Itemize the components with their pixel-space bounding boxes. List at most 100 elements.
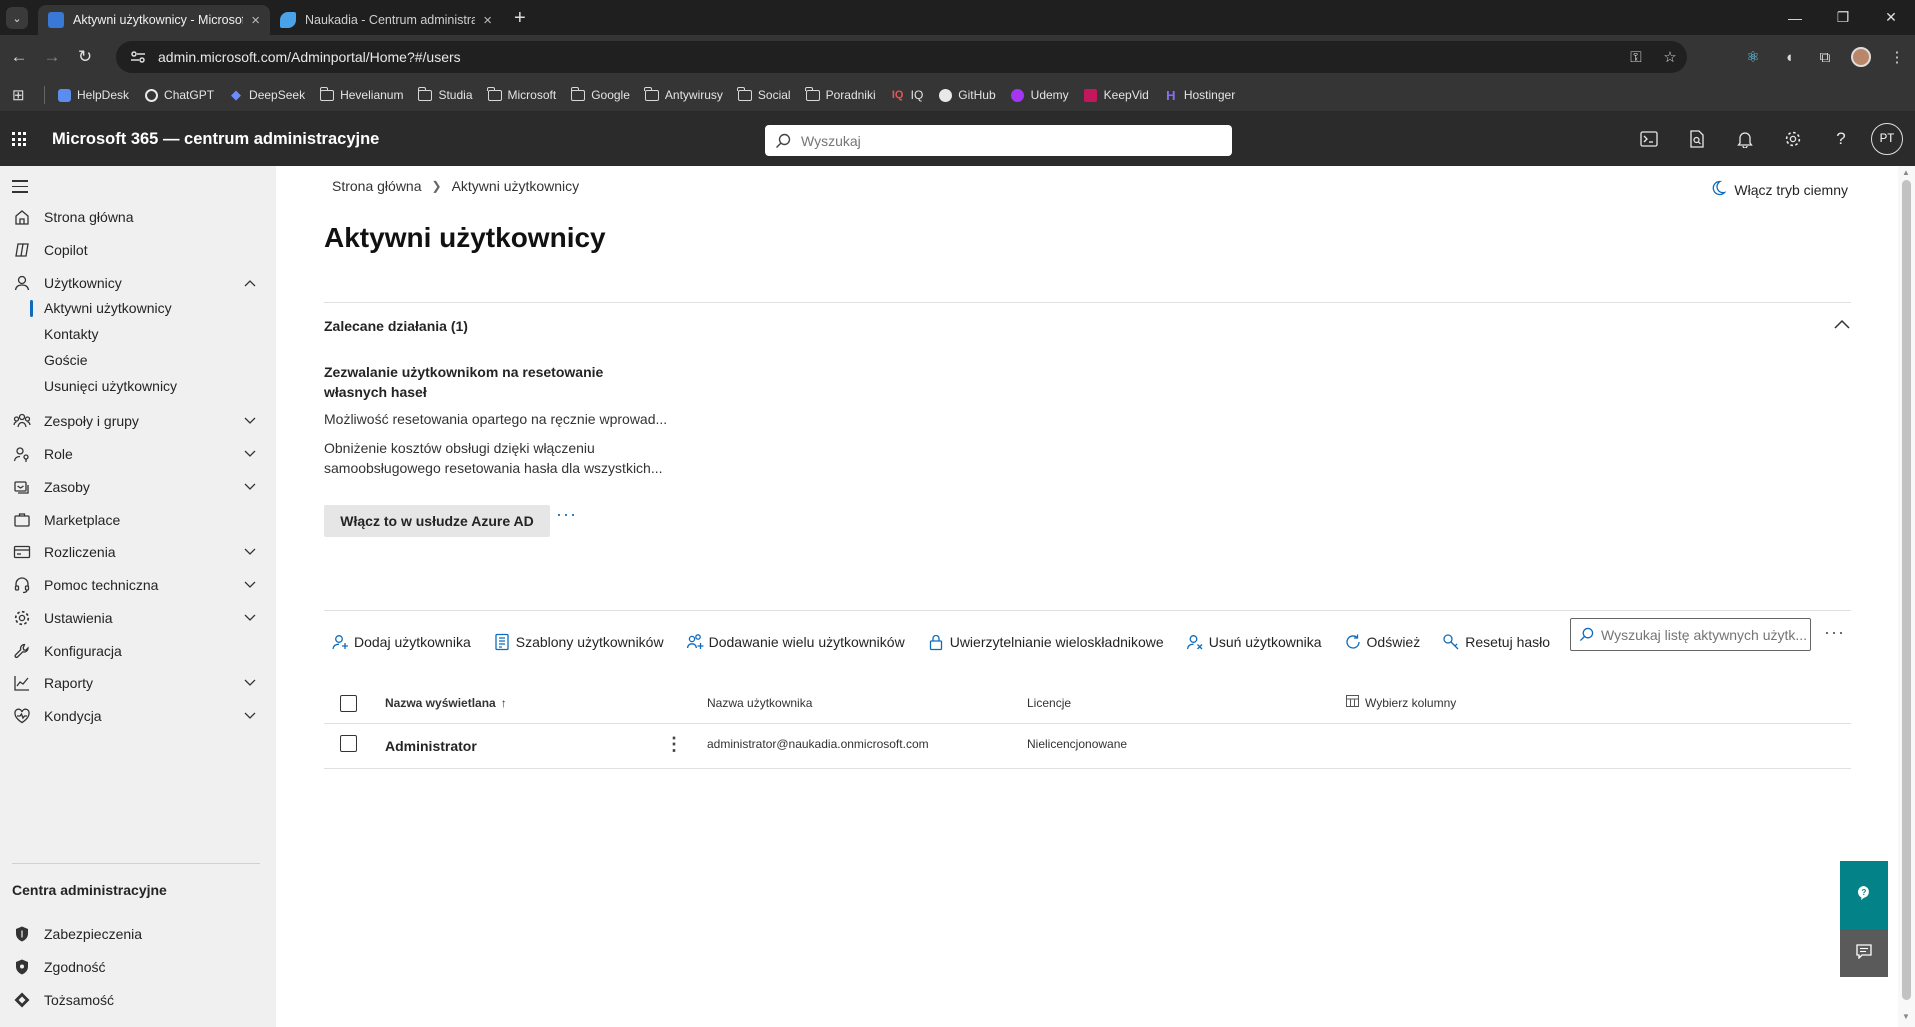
app-title[interactable]: Microsoft 365 — centrum administracyjne <box>52 130 379 149</box>
sidebar-item-health[interactable]: Kondycja <box>0 697 276 735</box>
page-scrollbar[interactable]: ▲ ▼ <box>1898 166 1915 1027</box>
browser-menu-icon[interactable]: ⋮ <box>1879 48 1915 66</box>
multifactor-auth-button[interactable]: Uwierzytelnianie wieloskładnikowe <box>920 633 1164 651</box>
bookmark-google[interactable]: Google <box>570 86 630 102</box>
column-header-display-name[interactable]: Nazwa wyświetlana ↑ <box>385 696 507 710</box>
site-info-icon[interactable] <box>124 50 152 64</box>
global-search-box[interactable] <box>765 125 1232 156</box>
chevron-down-icon[interactable] <box>242 417 258 425</box>
minimize-icon[interactable]: — <box>1771 0 1819 35</box>
command-label: Usuń użytkownika <box>1208 634 1322 650</box>
tab-close-icon[interactable]: × <box>251 12 260 29</box>
tab-close-icon[interactable]: × <box>483 12 492 29</box>
document-search-icon[interactable] <box>1673 130 1721 148</box>
row-more-actions-icon[interactable]: ⋮ <box>665 734 683 755</box>
app-launcher-icon[interactable] <box>12 132 26 146</box>
forward-icon[interactable]: → <box>38 43 66 71</box>
identity-icon <box>0 991 44 1009</box>
terminal-icon[interactable] <box>1625 131 1673 147</box>
tab-search-button[interactable]: ⌄ <box>6 7 28 29</box>
user-avatar[interactable]: PT <box>1871 123 1903 155</box>
bookmark-iq[interactable]: IQ IQ <box>891 88 923 102</box>
add-user-button[interactable]: Dodaj użytkownika <box>324 633 471 651</box>
bookmark-helpdesk[interactable]: HelpDesk <box>57 88 129 102</box>
nav-collapse-hamburger-icon[interactable] <box>12 180 28 197</box>
bookmark-hevelianum[interactable]: Hevelianum <box>319 86 403 102</box>
password-key-icon[interactable]: ⚿ <box>1619 49 1653 66</box>
list-search-box[interactable] <box>1570 618 1811 651</box>
enable-in-azure-ad-button[interactable]: Włącz to w usłudze Azure AD <box>324 505 550 537</box>
chevron-up-icon[interactable] <box>242 279 258 287</box>
profile-avatar[interactable] <box>1843 47 1879 67</box>
bookmark-antywirusy[interactable]: Antywirusy <box>644 86 723 102</box>
restore-icon[interactable]: ❐ <box>1819 0 1867 35</box>
scrollbar-thumb[interactable] <box>1902 180 1911 1000</box>
back-icon[interactable]: ← <box>5 43 33 71</box>
user-templates-button[interactable]: Szablony użytkowników <box>486 633 664 651</box>
list-search-input[interactable] <box>1601 626 1810 643</box>
bookmark-label: DeepSeek <box>249 88 306 102</box>
notifications-bell-icon[interactable] <box>1721 130 1769 148</box>
chevron-up-icon[interactable] <box>1834 316 1850 332</box>
delete-user-button[interactable]: Usuń użytkownika <box>1179 633 1322 651</box>
dark-mode-toggle[interactable]: Włącz tryb ciemny <box>1710 180 1848 199</box>
bookmark-hostinger[interactable]: H Hostinger <box>1164 88 1236 103</box>
scroll-up-arrow-icon[interactable]: ▲ <box>1902 168 1910 177</box>
bookmark-studia[interactable]: Studia <box>417 86 473 102</box>
chevron-down-icon[interactable] <box>242 712 258 720</box>
sidebar-subitem-deleted-users[interactable]: Usunięci użytkownicy <box>0 371 276 401</box>
user-display-name-link[interactable]: Administrator <box>385 738 477 754</box>
scroll-down-arrow-icon[interactable]: ▼ <box>1902 1012 1910 1021</box>
column-header-username[interactable]: Nazwa użytkownika <box>707 696 812 710</box>
recommended-actions-title[interactable]: Zalecane działania (1) <box>324 318 468 334</box>
bookmark-microsoft[interactable]: Microsoft <box>487 86 556 102</box>
chevron-down-icon[interactable] <box>242 581 258 589</box>
chevron-down-icon[interactable] <box>242 679 258 687</box>
global-search-input[interactable] <box>801 132 1232 149</box>
recommendation-description: Obniżenie kosztów obsługi dzięki włączen… <box>324 440 663 476</box>
chevron-down-icon[interactable] <box>242 450 258 458</box>
add-multiple-users-button[interactable]: Dodawanie wielu użytkowników <box>679 633 905 651</box>
browser-tab-active[interactable]: Aktywni użytkownicy - Microsoft 365 × <box>38 5 270 35</box>
help-support-button[interactable]: ? <box>1840 861 1888 929</box>
apps-grid-icon[interactable]: ⊞ <box>12 86 34 104</box>
row-checkbox[interactable] <box>340 735 357 752</box>
command-label: Dodawanie wielu użytkowników <box>708 634 905 650</box>
bookmark-chatgpt[interactable]: ChatGPT <box>144 88 214 102</box>
chevron-down-icon[interactable] <box>242 548 258 556</box>
extensions-icon[interactable]: ⧉ <box>1807 49 1843 66</box>
select-all-checkbox[interactable] <box>340 695 357 712</box>
bookmark-star-icon[interactable]: ☆ <box>1653 48 1687 66</box>
bookmark-poradniki[interactable]: Poradniki <box>805 86 876 102</box>
reset-password-button[interactable]: Resetuj hasło <box>1435 633 1550 651</box>
bookmark-udemy[interactable]: Udemy <box>1011 88 1069 102</box>
bookmark-keepvid[interactable]: KeepVid <box>1084 88 1149 102</box>
close-window-icon[interactable]: ✕ <box>1867 0 1915 35</box>
search-icon <box>1571 627 1601 642</box>
bookmark-social[interactable]: Social <box>737 86 791 102</box>
choose-columns-button[interactable]: Wybierz kolumny <box>1346 695 1456 710</box>
main-content: Strona główna ❯ Aktywni użytkownicy Włąc… <box>276 166 1898 1027</box>
bookmark-github[interactable]: GitHub <box>938 88 996 102</box>
address-bar[interactable]: admin.microsoft.com/Adminportal/Home?#/u… <box>116 41 1687 73</box>
sidebar-item-label: Zasoby <box>44 479 90 495</box>
extension-puzzle-icon[interactable]: ◖ <box>1771 49 1807 66</box>
table-row[interactable]: Administrator ⋮ administrator@naukadia.o… <box>324 724 1851 769</box>
more-commands-icon[interactable]: ··· <box>1824 622 1845 643</box>
settings-gear-icon[interactable] <box>1769 130 1817 148</box>
column-header-licenses[interactable]: Licencje <box>1027 696 1071 710</box>
breadcrumb-home-link[interactable]: Strona główna <box>332 178 422 194</box>
feedback-button[interactable] <box>1840 929 1888 977</box>
reload-icon[interactable]: ↻ <box>71 43 99 71</box>
sidebar-item-identity[interactable]: Tożsamość <box>0 981 276 1019</box>
bookmark-label: Hostinger <box>1183 88 1236 102</box>
refresh-button[interactable]: Odśwież <box>1337 633 1420 651</box>
new-tab-button[interactable]: + <box>514 7 526 30</box>
chevron-down-icon[interactable] <box>242 483 258 491</box>
browser-tab[interactable]: Naukadia - Centrum administracyjne × <box>270 5 502 35</box>
react-devtools-icon[interactable]: ⚛ <box>1735 48 1771 66</box>
recommendation-more-icon[interactable]: ··· <box>556 504 577 525</box>
bookmark-deepseek[interactable]: ◆ DeepSeek <box>229 87 306 102</box>
help-question-icon[interactable]: ? <box>1817 129 1865 149</box>
chevron-down-icon[interactable] <box>242 614 258 622</box>
